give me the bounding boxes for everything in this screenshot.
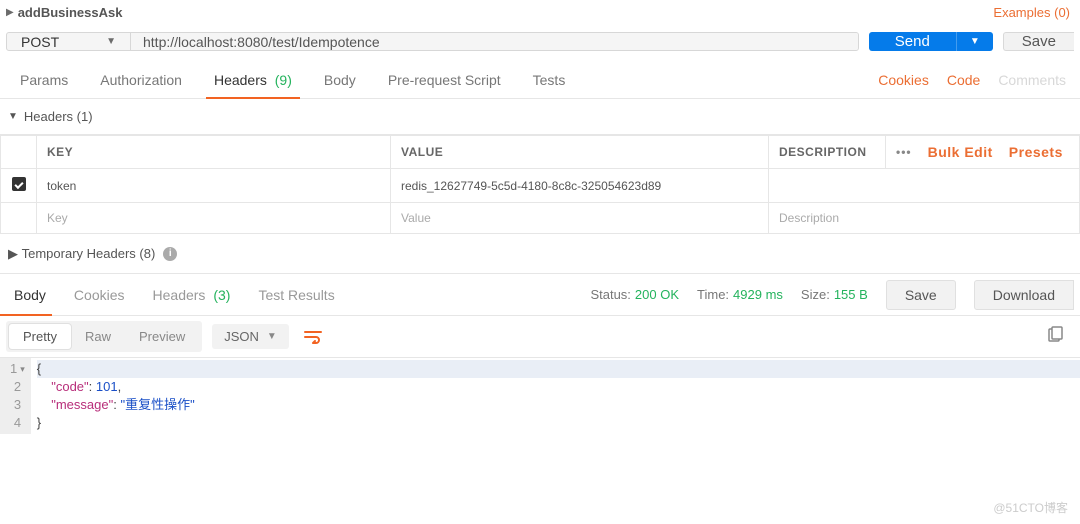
col-actions: ••• Bulk Edit Presets — [886, 136, 1080, 169]
header-value-input[interactable]: Value — [391, 203, 769, 234]
header-key-input[interactable]: Key — [37, 203, 391, 234]
response-body-editor[interactable]: 1▾ 2 3 4 { "code": 101, "message": "重复性操… — [0, 358, 1080, 434]
checkbox-checked-icon[interactable] — [12, 177, 26, 191]
header-desc-input[interactable]: Description — [769, 203, 1080, 234]
headers-section-toggle[interactable]: ▼ Headers (1) — [0, 99, 1080, 135]
examples-dropdown[interactable]: Examples (0) — [993, 5, 1070, 20]
size-meta: Size:155 B — [801, 287, 868, 302]
url-input[interactable] — [131, 33, 858, 50]
view-preview-button[interactable]: Preview — [125, 324, 199, 349]
view-pretty-button[interactable]: Pretty — [9, 324, 71, 349]
tab-tests[interactable]: Tests — [517, 61, 582, 98]
collapse-arrow-icon[interactable]: ▶ — [6, 7, 14, 18]
view-raw-button[interactable]: Raw — [71, 324, 125, 349]
bulk-edit-link[interactable]: Bulk Edit — [928, 144, 993, 160]
comments-link[interactable]: Comments — [998, 72, 1066, 88]
info-icon[interactable]: i — [163, 247, 177, 261]
header-desc-cell[interactable] — [769, 169, 1080, 203]
chevron-right-icon: ▶ — [8, 246, 18, 262]
response-tab-body[interactable]: Body — [0, 274, 60, 315]
response-tab-headers[interactable]: Headers (3) — [139, 274, 245, 315]
send-button[interactable]: Send — [869, 32, 957, 51]
download-response-button[interactable]: Download — [974, 280, 1074, 310]
save-request-button[interactable]: Save — [1003, 32, 1074, 51]
line-gutter: 1▾ 2 3 4 — [0, 358, 31, 434]
chevron-down-icon: ▼ — [267, 331, 277, 342]
copy-icon[interactable] — [1046, 326, 1074, 347]
table-row[interactable]: token redis_12627749-5c5d-4180-8c8c-3250… — [1, 169, 1080, 203]
table-row-new[interactable]: Key Value Description — [1, 203, 1080, 234]
send-dropdown-button[interactable]: ▼ — [957, 32, 993, 51]
header-value-cell[interactable]: redis_12627749-5c5d-4180-8c8c-325054623d… — [391, 169, 769, 203]
col-description: DESCRIPTION — [769, 136, 886, 169]
fold-icon: ▾ — [20, 360, 25, 378]
col-key: KEY — [37, 136, 391, 169]
presets-link[interactable]: Presets — [1009, 144, 1063, 160]
wrap-lines-icon[interactable] — [299, 323, 327, 351]
header-key-cell[interactable]: token — [37, 169, 391, 203]
temporary-headers-toggle[interactable]: ▶ Temporary Headers (8) i — [0, 234, 1080, 274]
format-select[interactable]: JSON▼ — [212, 324, 289, 349]
col-value: VALUE — [391, 136, 769, 169]
tab-body[interactable]: Body — [308, 61, 372, 98]
http-method-select[interactable]: POST ▼ — [7, 33, 131, 50]
chevron-down-icon: ▼ — [8, 111, 18, 122]
code-link[interactable]: Code — [947, 72, 980, 88]
response-tab-tests[interactable]: Test Results — [244, 274, 348, 315]
method-url-group: POST ▼ — [6, 32, 859, 51]
request-name: addBusinessAsk — [18, 5, 123, 20]
tab-prerequest[interactable]: Pre-request Script — [372, 61, 517, 98]
view-mode-group: Pretty Raw Preview — [6, 321, 202, 352]
tab-params[interactable]: Params — [4, 61, 84, 98]
col-check — [1, 136, 37, 169]
more-icon[interactable]: ••• — [896, 145, 912, 159]
status-meta: Status:200 OK — [590, 287, 679, 302]
headers-table: KEY VALUE DESCRIPTION ••• Bulk Edit Pres… — [0, 135, 1080, 234]
http-method-label: POST — [21, 34, 59, 50]
response-tab-cookies[interactable]: Cookies — [60, 274, 139, 315]
chevron-down-icon: ▼ — [106, 36, 116, 47]
cookies-link[interactable]: Cookies — [878, 72, 929, 88]
watermark: @51CTO博客 — [993, 499, 1068, 516]
time-meta: Time:4929 ms — [697, 287, 783, 302]
tab-authorization[interactable]: Authorization — [84, 61, 198, 98]
tab-headers[interactable]: Headers (9) — [198, 61, 308, 98]
save-response-button[interactable]: Save — [886, 280, 956, 310]
code-lines: { "code": 101, "message": "重复性操作" } — [31, 358, 1080, 434]
